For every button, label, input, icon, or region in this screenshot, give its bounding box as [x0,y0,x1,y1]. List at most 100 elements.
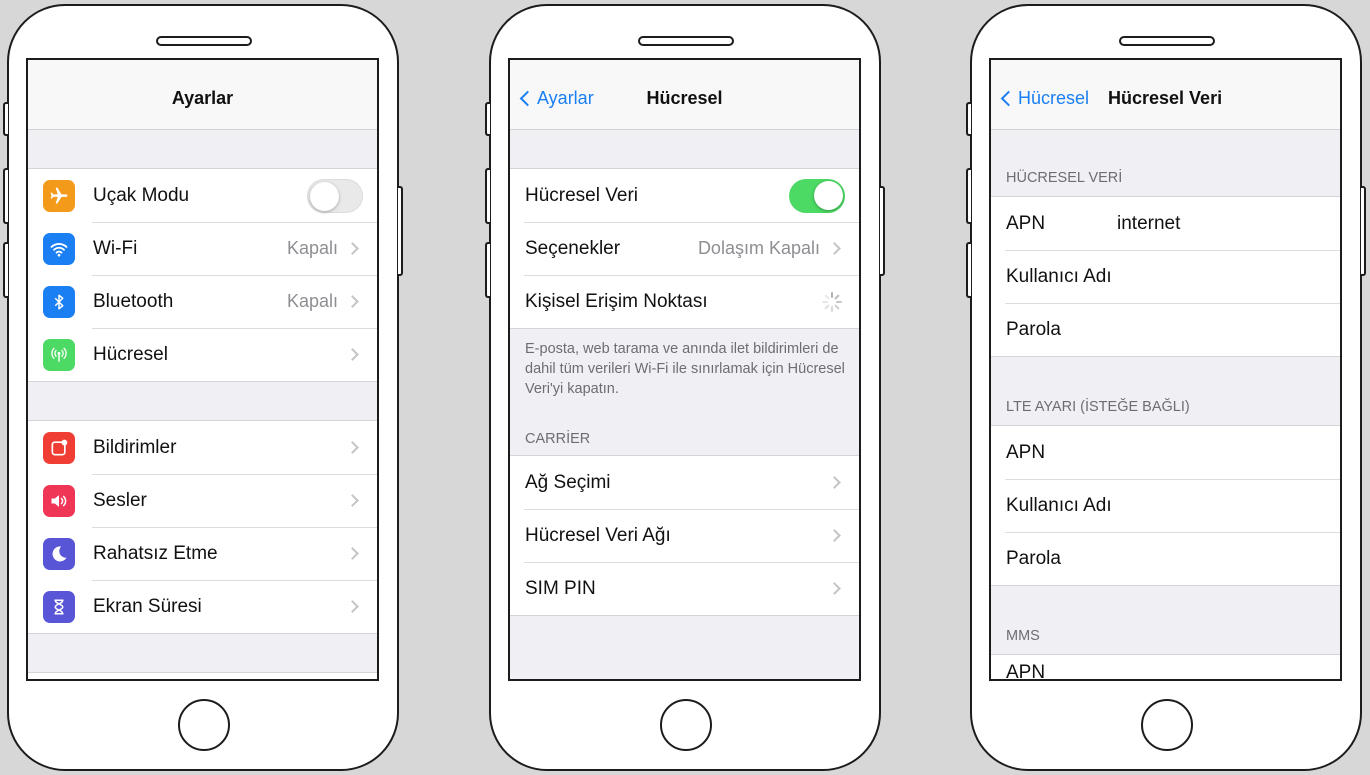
chevron-right-icon [828,476,841,489]
options-row[interactable]: Seçenekler Dolaşım Kapalı [510,222,859,275]
settings-item-notifications[interactable]: Bildirimler [28,421,377,474]
lte-password-row[interactable]: Parola [991,532,1340,585]
volume-down-button [966,242,971,298]
speaker-grille [156,36,252,46]
chevron-right-icon [828,582,841,595]
apn-row[interactable]: APN internet [991,197,1340,250]
chevron-left-icon [1000,90,1017,107]
chevron-right-icon [346,242,359,255]
mute-switch [966,102,971,136]
lte-group: APN Kullanıcı Adı Parola [991,425,1340,586]
section-header-lte: LTE AYARI (İSTEĞE BAĞLI) [1006,399,1190,415]
cellular-group-carrier: Ağ Seçimi Hücresel Veri Ağı SIM PIN [510,455,859,616]
settings-screen: Ayarlar Uçak Modu Wi-Fi Kapalı Bluetooth… [26,58,379,681]
cellular-group-main: Hücresel Veri Seçenekler Dolaşım Kapalı … [510,168,859,329]
page-title: Hücresel [646,88,723,108]
home-button [660,699,712,751]
back-button-label: Ayarlar [537,88,594,108]
settings-item-do-not-disturb[interactable]: Rahatsız Etme [28,527,377,580]
moon-icon [43,537,75,570]
row-label: APN [1006,441,1046,463]
apn-value-input[interactable]: internet [1117,213,1180,235]
username-row[interactable]: Kullanıcı Adı [991,250,1340,303]
row-label: Seçenekler [525,237,621,259]
speaker-grille [638,36,734,46]
cellular-data-row[interactable]: Hücresel Veri [510,169,859,222]
back-button[interactable]: Ayarlar [518,68,594,129]
lte-apn-row[interactable]: APN [991,426,1340,479]
settings-item-cellular[interactable]: Hücresel [28,328,377,381]
wifi-icon [43,232,75,265]
settings-group-notifications: Bildirimler Sesler Rahatsız Etme Ekran S… [28,420,377,634]
mute-switch [3,102,8,136]
row-label: Parola [1006,547,1061,569]
mms-apn-row[interactable]: APN [991,654,1340,681]
notifications-icon [43,431,75,464]
nav-bar: Ayarlar [28,60,377,130]
sim-pin-row[interactable]: SIM PIN [510,562,859,615]
chevron-right-icon [346,441,359,454]
settings-group-connectivity: Uçak Modu Wi-Fi Kapalı Bluetooth Kapalı [28,168,377,382]
row-label: Ağ Seçimi [525,471,611,493]
roaming-status: Dolaşım Kapalı [697,238,820,258]
section-header-cellular-data: HÜCRESEL VERİ [1006,170,1123,186]
back-button-label: Hücresel [1018,88,1090,108]
sounds-icon [43,484,75,517]
page-title: Ayarlar [171,88,234,108]
volume-down-button [3,242,8,298]
row-label: Kullanıcı Adı [1006,265,1112,287]
chevron-right-icon [346,547,359,560]
settings-item-airplane-mode[interactable]: Uçak Modu [28,169,377,222]
chevron-right-icon [828,242,841,255]
cellular-data-toggle[interactable] [789,178,845,213]
chevron-left-icon [519,90,536,107]
airplane-mode-toggle[interactable] [307,178,363,213]
row-label: APN [1006,662,1046,681]
settings-item-label: Bluetooth [93,290,174,312]
page-title: Hücresel Veri [1108,88,1223,108]
cellular-data-group: APN internet Kullanıcı Adı Parola [991,196,1340,357]
row-label: SIM PIN [525,577,596,599]
password-row[interactable]: Parola [991,303,1340,356]
cellular-data-screen: Hücresel Hücresel Veri HÜCRESEL VERİ APN… [989,58,1342,681]
power-button [880,186,885,276]
settings-item-screen-time[interactable]: Ekran Süresi [28,580,377,633]
section-header-carrier: CARRİER [525,431,591,447]
bluetooth-status: Kapalı [286,291,338,311]
settings-item-sounds[interactable]: Sesler [28,474,377,527]
chevron-right-icon [346,348,359,361]
settings-item-bluetooth[interactable]: Bluetooth Kapalı [28,275,377,328]
settings-item-label: Wi-Fi [93,237,138,259]
settings-item-label: Ekran Süresi [93,595,202,617]
chevron-right-icon [346,600,359,613]
settings-item-label: Bildirimler [93,436,177,458]
loading-spinner-icon [821,291,843,313]
cellular-data-footnote: E-posta, web tarama ve anında ilet bildi… [525,341,845,397]
volume-down-button [485,242,490,298]
settings-item-label: Uçak Modu [93,184,190,206]
personal-hotspot-row[interactable]: Kişisel Erişim Noktası [510,275,859,328]
row-label: Kullanıcı Adı [1006,494,1112,516]
airplane-icon [43,179,75,212]
nav-bar: Ayarlar Hücresel [510,60,859,130]
bluetooth-icon [43,285,75,318]
speaker-grille [1119,36,1215,46]
hourglass-icon [43,590,75,623]
row-label: Kişisel Erişim Noktası [525,290,708,312]
phone-settings: Ayarlar Uçak Modu Wi-Fi Kapalı Bluetooth… [3,4,403,771]
cellular-data-network-row[interactable]: Hücresel Veri Ağı [510,509,859,562]
phone-cellular: Ayarlar Hücresel Hücresel Veri Seçenekle… [485,4,885,771]
cellular-screen: Ayarlar Hücresel Hücresel Veri Seçenekle… [508,58,861,681]
volume-up-button [485,168,490,224]
back-button[interactable]: Hücresel [999,68,1089,129]
settings-item-label: Sesler [93,489,147,511]
settings-item-wifi[interactable]: Wi-Fi Kapalı [28,222,377,275]
volume-up-button [966,168,971,224]
row-label: Hücresel Veri Ağı [525,524,671,546]
home-button [1141,699,1193,751]
network-selection-row[interactable]: Ağ Seçimi [510,456,859,509]
lte-username-row[interactable]: Kullanıcı Adı [991,479,1340,532]
row-label: Parola [1006,318,1061,340]
chevron-right-icon [828,529,841,542]
chevron-right-icon [346,295,359,308]
